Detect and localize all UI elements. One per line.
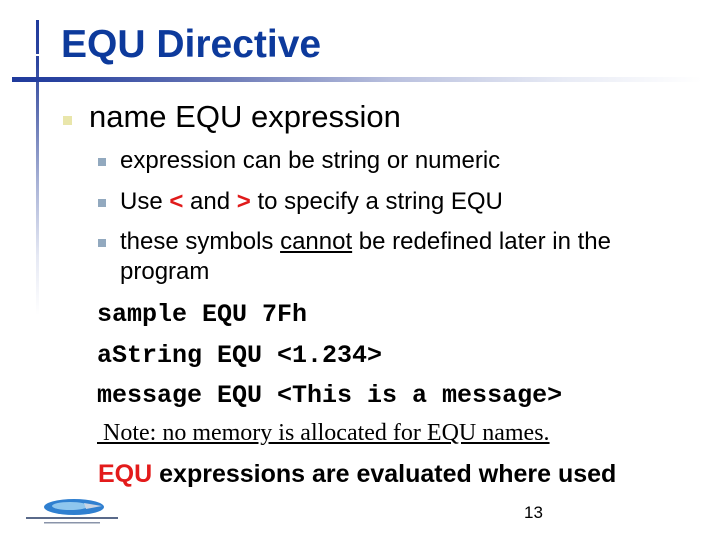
code-line: aString EQU <1.234> (97, 341, 383, 370)
institution-logo-icon (26, 499, 118, 524)
rule-gap (35, 54, 40, 56)
code-line: sample EQU 7Fh (97, 300, 308, 329)
sub-bullet-text: these symbols cannot be redefined later … (120, 228, 611, 256)
sub-bullet-text: Use < and > to specify a string EQU (120, 188, 503, 216)
code-line: message EQU <This is a message> (97, 381, 563, 410)
text-segment: these symbols (120, 228, 281, 255)
sub-bullet-square-icon (98, 199, 106, 207)
logo-text-line (44, 522, 100, 524)
bullet-level1-text: name EQU expression (89, 99, 401, 134)
text-segment: be redefined later in the (352, 228, 611, 255)
bullet-square-icon (63, 116, 72, 125)
final-statement: EQU expressions are evaluated where used (98, 460, 616, 489)
sub-bullet-square-icon (98, 239, 106, 247)
text-segment: to specify a string EQU (250, 188, 503, 215)
text-segment: and (183, 188, 237, 215)
sub-bullet-3-continuation: program (120, 258, 210, 285)
greater-than-symbol: > (236, 188, 251, 215)
text-segment: Use (120, 188, 170, 215)
less-than-symbol: < (169, 188, 184, 215)
logo-text-line (26, 517, 118, 519)
logo-highlight (52, 502, 88, 510)
note-text: Note: no memory is allocated for EQU nam… (97, 420, 550, 446)
sub-bullet-square-icon (98, 158, 106, 166)
slide-title: EQU Directive (61, 23, 322, 66)
page-number: 13 (524, 503, 543, 522)
text-segment: expressions are evaluated where used (152, 460, 617, 488)
sub-bullet-text: expression can be string or numeric (120, 147, 501, 174)
underlined-word: cannot (280, 228, 353, 255)
decorative-horizontal-rule (12, 77, 702, 82)
decorative-vertical-rule (36, 20, 39, 315)
equ-highlight: EQU (98, 460, 153, 488)
